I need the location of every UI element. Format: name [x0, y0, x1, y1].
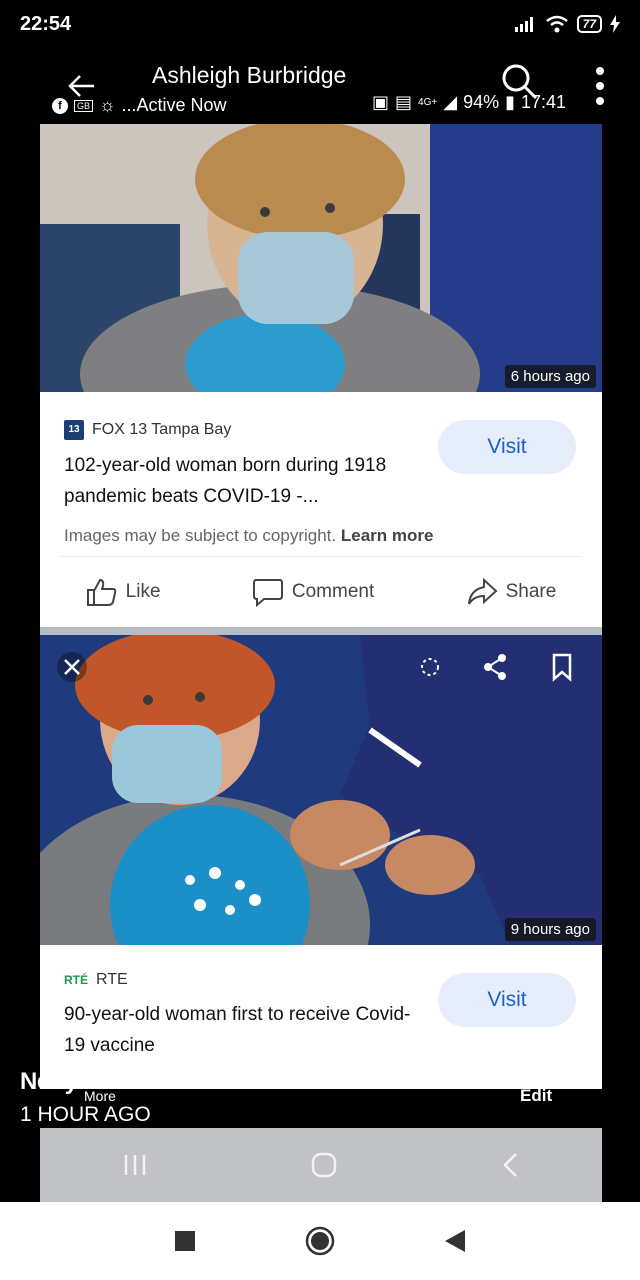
network-type: 4G+ [418, 97, 438, 108]
inner-battery: 94% [463, 92, 500, 112]
result-image[interactable]: 6 hours ago [40, 124, 602, 392]
share-image-icon[interactable] [480, 651, 512, 683]
back-triangle-icon[interactable] [445, 1230, 465, 1252]
source-name: RTE [96, 971, 128, 988]
active-status: ...Active Now [121, 95, 227, 115]
close-icon[interactable] [56, 651, 88, 683]
visit-button[interactable]: Visit [438, 973, 576, 1027]
copyright-notice: Images may be subject to copyright. Lear… [40, 512, 602, 546]
facebook-icon: f [52, 97, 68, 114]
contact-name[interactable]: Ashleigh Burbridge [152, 62, 346, 89]
action-bar: Like Comment Share [40, 557, 602, 627]
navigation-bar [0, 1202, 640, 1280]
chat-header: Ashleigh Burbridge f GB ☼ ...Active Now … [0, 48, 640, 124]
more-button[interactable]: More [84, 1088, 116, 1104]
home-circle-icon[interactable] [305, 1226, 335, 1256]
pencil-icon[interactable] [520, 1030, 552, 1062]
learn-more-link[interactable]: Learn more [341, 526, 434, 545]
inner-navigation-bar [40, 1128, 602, 1202]
visit-button[interactable]: Visit [438, 420, 576, 474]
rte-logo: RTÉ [64, 973, 88, 987]
time-ago-badge: 9 hours ago [504, 918, 596, 941]
time-ago-badge: 6 hours ago [504, 365, 596, 388]
card-separator [40, 627, 602, 635]
comment-icon [252, 579, 283, 607]
battery-indicator: 77 [576, 15, 602, 33]
sim-icon: ▤ [395, 92, 413, 112]
search-results: 6 hours ago 13 FOX 13 Tampa Bay 102-year… [40, 124, 602, 1089]
share-label: Share [505, 581, 557, 602]
result-title[interactable]: 102-year-old woman born during 1918 pand… [40, 440, 440, 512]
recent-apps-square-icon[interactable] [175, 1231, 195, 1251]
like-label: Like [125, 581, 161, 602]
more-options-icon[interactable] [594, 66, 606, 106]
inner-signal-icon: ◢ [443, 92, 458, 112]
data-saver-icon: GB [74, 99, 94, 112]
back-icon[interactable] [500, 1152, 520, 1178]
comment-button[interactable]: Comment [252, 577, 374, 607]
elderly-woman-image [40, 124, 602, 392]
sun-icon: ☼ [99, 95, 116, 115]
wifi-icon [545, 15, 568, 33]
comment-label: Comment [291, 581, 375, 602]
edit-button[interactable]: Edit [520, 1086, 552, 1106]
lens-icon[interactable] [414, 651, 446, 683]
status-time: 22:54 [20, 12, 72, 35]
signal-icon [514, 17, 533, 32]
bookmark-icon[interactable] [546, 651, 578, 683]
status-bar: 22:54 77 [0, 0, 640, 48]
active-status-row: f GB ☼ ...Active Now [52, 95, 227, 116]
result-title[interactable]: 90-year-old woman first to receive Covid… [40, 989, 440, 1061]
like-button[interactable]: Like [86, 577, 161, 607]
charging-icon [610, 15, 620, 33]
home-icon[interactable] [311, 1152, 337, 1178]
share-button[interactable]: Share [466, 577, 557, 607]
fox13-logo: 13 [64, 420, 84, 440]
status-icons: 77 [514, 15, 620, 33]
thumbs-up-icon [86, 578, 116, 606]
share-icon [467, 577, 498, 605]
result-image-2[interactable]: 9 hours ago [40, 635, 602, 945]
copyright-text: Images may be subject to copyright. [64, 526, 337, 545]
search-icon[interactable] [500, 62, 538, 100]
source-name: FOX 13 Tampa Bay [92, 421, 232, 438]
lock-icon: ▣ [372, 92, 390, 112]
recent-apps-icon[interactable] [122, 1153, 148, 1177]
vaccination-image [40, 635, 602, 945]
result-card: 13 FOX 13 Tampa Bay 102-year-old woman b… [40, 392, 602, 627]
story-time-ago: 1 HOUR AGO [20, 1103, 151, 1126]
